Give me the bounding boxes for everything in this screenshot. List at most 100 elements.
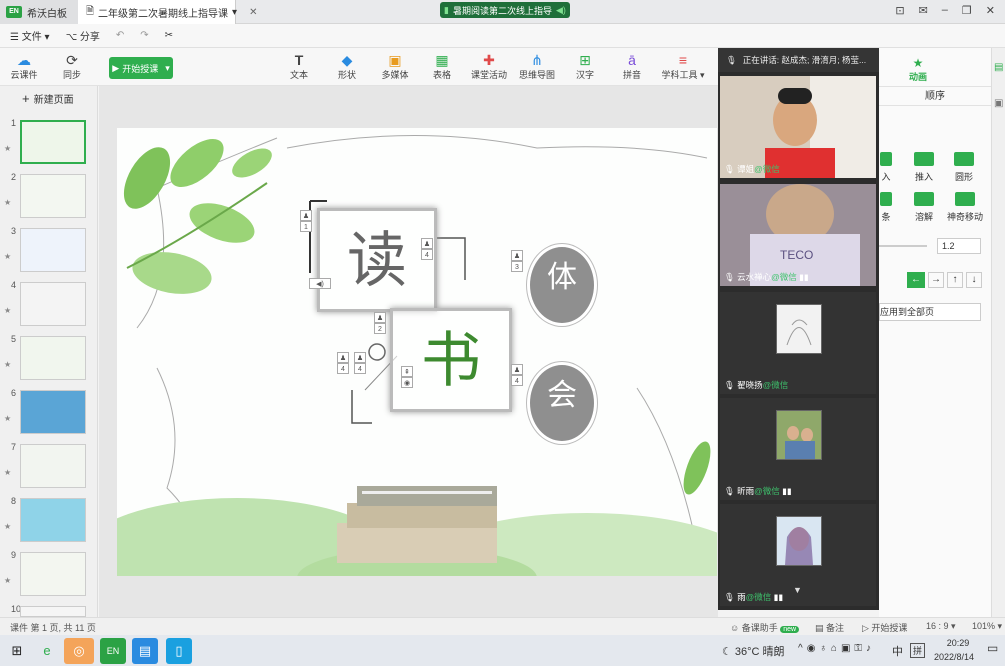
star-icon[interactable]: ★ [4, 414, 11, 423]
animation-tag[interactable]: ♟ 1 [300, 210, 312, 232]
start-teaching-button[interactable]: ▶ 开始授课 ▾ [109, 57, 173, 79]
hanzi-tool[interactable]: ⊞ 汉字 [563, 52, 607, 81]
tray-icons[interactable]: ^◉♁⌂▣⚿♪ [798, 643, 875, 654]
meeting-indicator[interactable]: ▮ 暑期阅读第二次线上指导 ◀) [440, 2, 570, 18]
table-tool[interactable]: ▦ 表格 [420, 52, 464, 81]
apply-all-button[interactable]: 应用到全部页 [879, 303, 981, 321]
panel-icon[interactable]: ▤ [994, 62, 1003, 73]
word-shu[interactable]: 书 [390, 308, 512, 412]
circle-hui[interactable]: 会 [527, 362, 597, 444]
panel-icon-2[interactable]: ▣ [994, 98, 1003, 109]
text-tool[interactable]: T 文本 [277, 52, 321, 81]
duration-input[interactable]: 1.2 [937, 238, 981, 254]
page-thumbnail[interactable] [20, 498, 86, 542]
star-icon[interactable]: ★ [4, 144, 11, 153]
effect-push[interactable]: 推入 [909, 152, 939, 183]
zoom-select[interactable]: 101% ▾ [972, 621, 1002, 632]
video-tile-3[interactable]: 🎙 翟晓扬@微信 [720, 292, 876, 394]
star-icon[interactable]: ★ [4, 198, 11, 207]
animation-tag[interactable]: ♟ 4 [511, 364, 523, 386]
ratio-select[interactable]: 16 : 9 ▾ [926, 621, 956, 632]
weather[interactable]: ☾ 36°C 晴朗 [722, 643, 785, 659]
star-icon[interactable]: ★ [4, 306, 11, 315]
clock-date[interactable]: 2022/8/14 [934, 652, 974, 662]
effect-dissolve[interactable]: 溶解 [909, 192, 939, 223]
activity-tool[interactable]: ✚ 课堂活动 [467, 52, 511, 81]
close-tab-icon[interactable]: ✕ [249, 7, 257, 18]
slide-canvas[interactable]: 读 书 体 会 ♟ 1 ♟ 4 ♟ 3 ♟ 2 ♟ 4 ♟ 4 ♟ 4 ◀) ⇞ ◉ [117, 128, 717, 576]
page-thumbnail[interactable] [20, 282, 86, 326]
app-icon[interactable]: ▤ [132, 638, 158, 664]
ime-mode[interactable]: 拼 [910, 643, 926, 658]
file-menu[interactable]: ☰ 文件 ▾ [10, 28, 50, 43]
media-tool[interactable]: ▣ 多媒体 [373, 52, 417, 81]
notes-button[interactable]: ▤ 备注 [815, 621, 844, 634]
page-thumbnail[interactable] [20, 552, 86, 596]
star-icon[interactable]: ★ [4, 576, 11, 585]
clock-time[interactable]: 20:29 [940, 638, 976, 648]
start-dropdown-icon[interactable]: ▾ [165, 63, 170, 74]
document-tab[interactable]: 🗎 二年级第二次暑期线上指导课 ▾ ✕ [78, 0, 257, 24]
page-thumbnail[interactable] [20, 174, 86, 218]
page-thumbnail[interactable] [20, 606, 86, 617]
redo-icon[interactable]: ↷ [140, 30, 148, 41]
animation-tag[interactable]: ♟ 4 [337, 352, 349, 374]
dropdown-icon[interactable]: ▾ [232, 7, 237, 18]
shape-tool[interactable]: ◆ 形状 [325, 52, 369, 81]
audio-icon[interactable]: ⇞ ◉ [401, 366, 413, 388]
arrow-up-icon[interactable]: ↑ [947, 272, 963, 288]
mindmap-tool[interactable]: ⋔ 思维导图 [515, 52, 559, 81]
message-icon[interactable]: ✉ [919, 4, 928, 17]
animation-tag[interactable]: ♟ 4 [421, 238, 433, 260]
sync-button[interactable]: ⟳ 同步 [50, 52, 94, 81]
star-icon[interactable]: ★ [4, 360, 11, 369]
subject-tools[interactable]: ≡ 学科工具 ▾ [658, 52, 708, 81]
minimize-icon[interactable]: – [942, 4, 948, 17]
video-tile-1[interactable]: 🎙 谭姐@微信 [720, 76, 876, 178]
effect-magic-move[interactable]: 神奇移动 [943, 192, 987, 223]
new-page-button[interactable]: + 新建页面 [0, 88, 98, 108]
scroll-down-icon[interactable]: ▼ [793, 585, 802, 595]
page-thumbnail[interactable] [20, 444, 86, 488]
easinote-icon[interactable]: EN [100, 638, 126, 664]
cloud-button[interactable]: ☁ 云课件 [2, 52, 46, 81]
start-button-small[interactable]: ▷ 开始授课 [862, 621, 907, 634]
video-tile-2[interactable]: TECO 🎙 云水禅心@微信 ▮▮ [720, 184, 876, 286]
share-button[interactable]: ⌥ 分享 [66, 28, 100, 43]
page-thumbnail[interactable] [20, 390, 86, 434]
duration-slider[interactable] [879, 245, 927, 247]
page-thumbnail[interactable] [20, 336, 86, 380]
page-thumbnail[interactable] [20, 120, 86, 164]
arrow-down-icon[interactable]: ↓ [966, 272, 982, 288]
assistant-button[interactable]: ☺ 备课助手 new [730, 621, 800, 634]
word-du[interactable]: 读 [317, 208, 437, 312]
animation-tag[interactable]: ♟ 4 [354, 352, 366, 374]
effect-1[interactable]: 入 [879, 152, 893, 183]
star-icon[interactable]: ★ [4, 522, 11, 531]
pinyin-tool[interactable]: ā 拼音 [610, 52, 654, 81]
star-icon[interactable]: ★ [4, 468, 11, 477]
animation-tag[interactable]: ♟ 2 [374, 312, 386, 334]
phone-icon[interactable]: ▯ [166, 638, 192, 664]
effect-circle[interactable]: 圆形 [949, 152, 979, 183]
ime-indicator[interactable]: 中 [892, 643, 903, 659]
arrow-right-icon[interactable]: → [928, 272, 944, 288]
feedback-icon[interactable]: ⊡ [895, 4, 904, 17]
audio-icon[interactable]: ◀) [309, 278, 331, 289]
notification-icon[interactable]: ▭ [987, 641, 998, 655]
circle-ti[interactable]: 体 [527, 244, 597, 326]
windows-start-icon[interactable]: ⊞ [4, 638, 30, 664]
effect-4[interactable]: 条 [879, 192, 893, 223]
animation-tag[interactable]: ♟ 3 [511, 250, 523, 272]
app-tab[interactable]: EN 希沃白板 [0, 0, 78, 24]
undo-icon[interactable]: ↶ [116, 30, 124, 41]
star-icon[interactable]: ★ [4, 252, 11, 261]
arrow-left-icon[interactable]: ← [907, 272, 925, 288]
tab-animation[interactable]: ★ 动画 [909, 56, 927, 83]
browser-icon[interactable]: e [34, 638, 60, 664]
page-thumbnail[interactable] [20, 228, 86, 272]
video-tile-4[interactable]: 🎙 昕雨@微信 ▮▮ [720, 398, 876, 500]
chat-app-icon[interactable]: ◎ [64, 638, 94, 664]
maximize-icon[interactable]: ❐ [962, 4, 972, 17]
close-window-icon[interactable]: ✕ [986, 4, 995, 17]
